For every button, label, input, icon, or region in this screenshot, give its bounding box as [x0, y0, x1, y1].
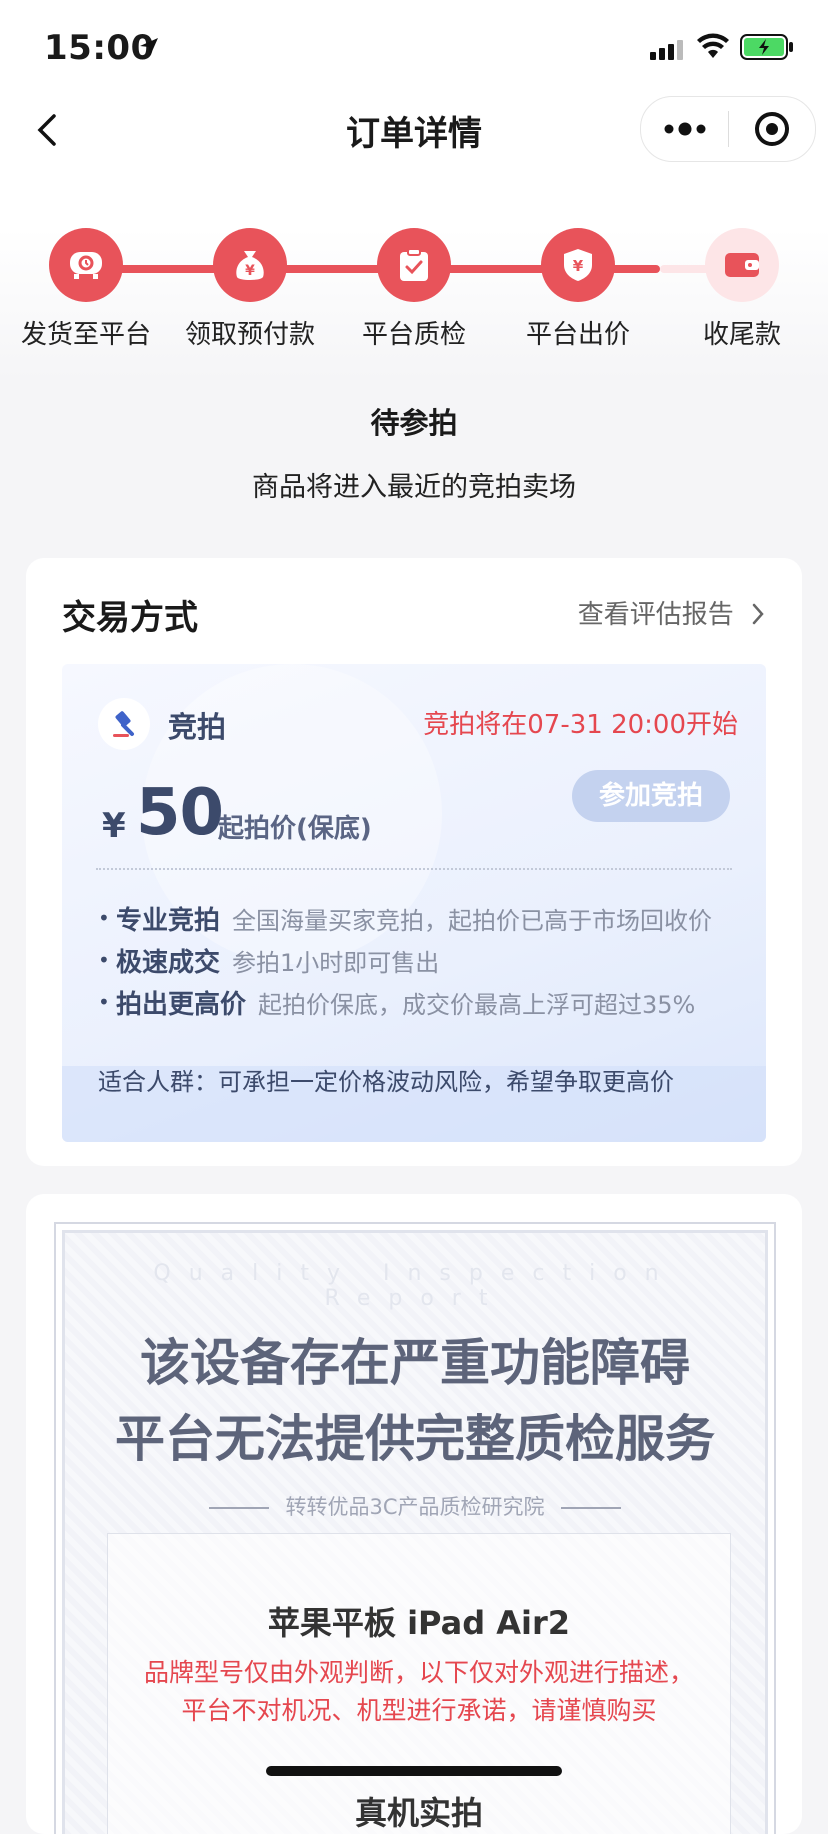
- step-circle-pending: [705, 228, 779, 302]
- step-label: 平台质检: [361, 320, 466, 350]
- feature-item: • 拍出更高价 起拍价保底，成交价最高上浮可超过35%: [98, 984, 695, 1021]
- feature-item: • 极速成交 参拍1小时即可售出: [98, 942, 439, 979]
- home-indicator: [266, 1766, 562, 1776]
- delivery-icon: [70, 252, 102, 279]
- feature-desc: 起拍价保底，成交价最高上浮可超过35%: [258, 991, 696, 1019]
- cellular-signal-icon: [650, 40, 683, 60]
- svg-text:¥: ¥: [245, 263, 255, 279]
- device-info-box: 苹果平板 iPad Air2 品牌型号仅由外观判断，以下仅对外观进行描述，平台不…: [107, 1533, 731, 1834]
- gavel-badge: [98, 698, 150, 750]
- report-watermark: Quality Inspection Report: [153, 1261, 677, 1311]
- trade-method-card: 交易方式 查看评估报告 竞拍 竞拍将在07-31 20:00开始 ¥ 50 起拍…: [26, 558, 802, 1166]
- step-label: 收尾款: [702, 320, 781, 350]
- feature-name: 专业竞拍: [116, 906, 221, 936]
- wifi-icon: [697, 33, 729, 58]
- step-platform-inspection: 平台质检: [332, 228, 496, 351]
- step-label: 平台出价: [525, 320, 630, 350]
- appearance-warning: 品牌型号仅由外观判断，以下仅对外观进行描述，平台不对机况、机型进行承诺，请谨慎购…: [144, 1658, 695, 1725]
- suitable-audience: 适合人群：可承担一定价格波动风险，希望争取更高价: [98, 1068, 674, 1096]
- inspection-report-card: Quality Inspection Report 该设备存在严重功能障碍 平台…: [26, 1194, 802, 1834]
- bullet: •: [98, 990, 110, 1014]
- join-auction-button[interactable]: 参加竞拍: [572, 770, 730, 822]
- step-circle: [377, 228, 451, 302]
- institute-name: 转转优品3C产品质检研究院: [65, 1491, 765, 1521]
- step-platform-bid: ¥ 平台出价: [496, 228, 660, 351]
- step-circle: [49, 228, 123, 302]
- wallet-icon: [725, 253, 759, 277]
- gavel-icon: [113, 711, 134, 737]
- auction-start-time: 竞拍将在07-31 20:00开始: [423, 710, 738, 740]
- auction-method-name: 竞拍: [168, 710, 227, 744]
- bullet: •: [98, 948, 110, 972]
- feature-name: 拍出更高价: [116, 990, 247, 1020]
- navigation-bar: 订单详情: [0, 92, 828, 164]
- price-label: 起拍价(保底): [218, 814, 372, 844]
- chevron-right-icon: [752, 603, 764, 625]
- step-label: 发货至平台: [20, 320, 151, 350]
- status-bar: 15:00: [0, 0, 828, 100]
- clipboard-check-icon: [400, 248, 428, 281]
- currency-symbol: ¥: [102, 806, 126, 846]
- battery-icon: [740, 34, 793, 60]
- feature-item: • 专业竞拍 全国海量买家竞拍，起拍价已高于市场回收价: [98, 900, 712, 937]
- step-collect-final-payment: 收尾款: [660, 228, 824, 351]
- certificate-body: Quality Inspection Report 该设备存在严重功能障碍 平台…: [62, 1230, 768, 1834]
- device-model: 苹果平板 iPad Air2: [267, 1604, 571, 1642]
- certificate-frame: Quality Inspection Report 该设备存在严重功能障碍 平台…: [54, 1222, 776, 1834]
- feature-desc: 全国海量买家竞拍，起拍价已高于市场回收价: [232, 907, 713, 935]
- capsule-divider: [728, 111, 729, 147]
- step-circle: ¥: [541, 228, 615, 302]
- order-status-title: 待参拍: [370, 406, 458, 440]
- svg-text:¥: ¥: [573, 257, 584, 275]
- certificate-headline-2: 平台无法提供完整质检服务: [115, 1410, 715, 1468]
- feature-name: 极速成交: [116, 948, 221, 978]
- shield-yen-icon: ¥: [564, 249, 592, 281]
- view-report-label: 查看评估报告: [577, 600, 734, 630]
- feature-desc: 参拍1小时即可售出: [232, 949, 440, 977]
- real-photo-heading: 真机实拍: [354, 1794, 483, 1832]
- step-receive-prepayment: ¥ 领取预付款: [168, 228, 332, 351]
- dotted-divider: [96, 868, 732, 870]
- step-label: 领取预付款: [184, 320, 315, 350]
- money-bag-icon: ¥: [236, 251, 264, 280]
- view-report-link[interactable]: 查看评估报告: [578, 594, 766, 631]
- close-target-icon[interactable]: [747, 107, 797, 151]
- step-circle: ¥: [213, 228, 287, 302]
- bullet: •: [98, 906, 110, 930]
- mini-program-capsule: [640, 96, 816, 162]
- location-arrow-icon: [140, 38, 158, 56]
- step-ship-to-platform: 发货至平台: [4, 228, 168, 351]
- auction-panel: 竞拍 竞拍将在07-31 20:00开始 ¥ 50 起拍价(保底) 参加竞拍 •…: [62, 664, 766, 1142]
- certificate-headline-1: 该设备存在严重功能障碍: [140, 1334, 690, 1392]
- trade-method-title: 交易方式: [62, 598, 198, 638]
- more-dots-icon[interactable]: [659, 107, 715, 151]
- price-value: 50: [136, 776, 224, 850]
- order-status-description: 商品将进入最近的竞拍卖场: [252, 472, 576, 503]
